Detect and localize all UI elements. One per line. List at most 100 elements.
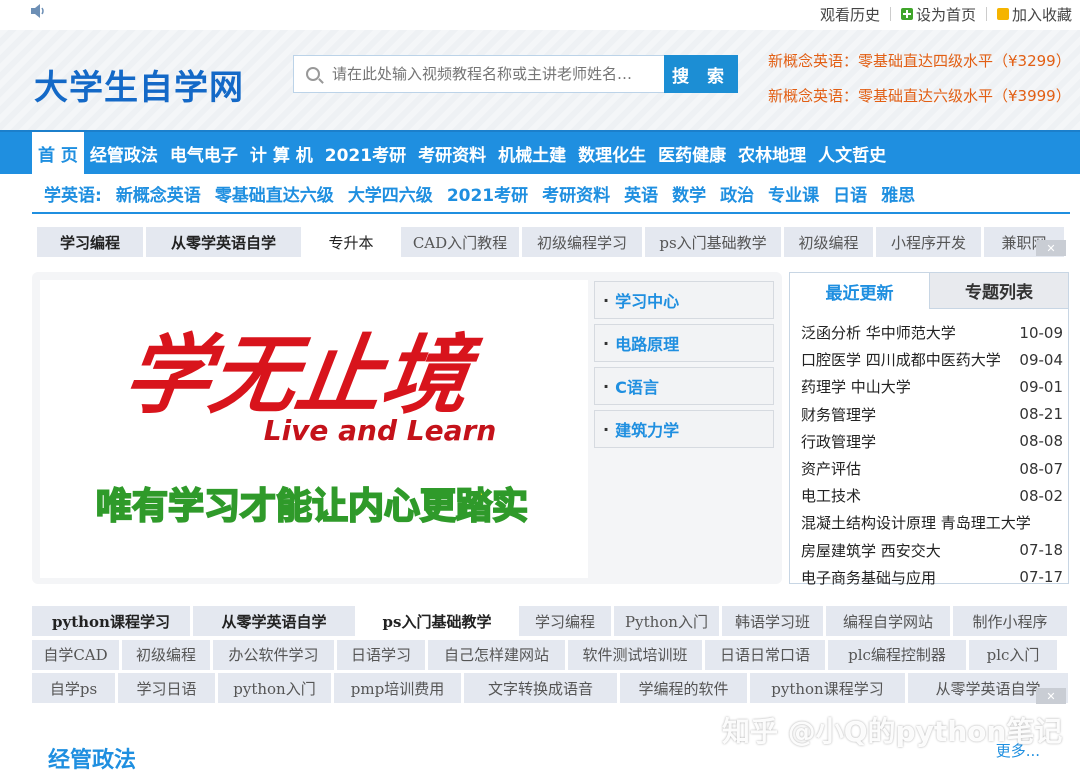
tag-link[interactable]: 编程自学网站 [826,606,950,636]
item-date: 08-21 [1019,405,1063,424]
add-favorite-label: 加入收藏 [1011,5,1072,24]
nav-item[interactable]: 数理化生 [572,132,652,174]
nav-home[interactable]: 首 页 [32,132,84,174]
sub-nav-item[interactable]: 雅思 [874,181,922,206]
list-item[interactable]: 口腔医学 四川成都中医药大学 09-04 [801,346,1063,373]
list-item[interactable]: 资产评估 08-07 [801,455,1063,482]
sub-nav-item[interactable]: 新概念英语 [109,181,208,206]
nav-item[interactable]: 电气电子 [164,132,244,174]
site-logo[interactable]: 大学生自学网 [34,60,244,109]
side-menu-item[interactable]: · C语言 [594,367,774,405]
tag-link[interactable]: 从零学英语自学 [193,606,355,636]
tag-link[interactable]: ps入门基础教学 [645,227,781,257]
tag-link[interactable]: 从零学英语自学 [146,227,301,257]
tag-link[interactable]: 软件测试培训班 [568,639,702,670]
side-menu-item[interactable]: · 电路原理 [594,324,774,362]
tag-link[interactable]: CAD入门教程 [401,227,519,257]
tag-link[interactable]: 专升本 [304,227,398,257]
list-item[interactable]: 电子商务基础与应用 07-17 [801,564,1063,591]
item-date: 08-08 [1019,432,1063,451]
side-menu-label: 电路原理 [615,335,680,354]
watermark-text: 知乎 @小Q的python笔记 [722,715,1063,748]
divider [985,7,987,21]
plus-icon [900,8,913,20]
sub-nav-item[interactable]: 英语 [617,181,665,206]
nav-item[interactable]: 经管政法 [84,132,164,174]
tag-link[interactable]: ps入门基础教学 [358,606,516,636]
list-item[interactable]: 房屋建筑学 西安交大 07-18 [801,537,1063,564]
tag-link[interactable]: 自学ps [32,673,115,703]
speaker-icon[interactable] [30,4,46,18]
sub-nav-item[interactable]: 政治 [713,181,761,206]
list-item[interactable]: 财务管理学 08-21 [801,401,1063,428]
list-item[interactable]: 电工技术 08-02 [801,482,1063,509]
tag-link[interactable]: 文字转换成语音 [464,673,617,703]
tag-link[interactable]: python入门 [218,673,331,703]
sub-nav-item[interactable]: 专业课 [761,181,826,206]
list-item[interactable]: 药理学 中山大学 09-01 [801,373,1063,400]
nav-item[interactable]: 医药健康 [652,132,732,174]
promo-link-cet6[interactable]: 新概念英语：零基础直达六级水平（¥3999） [768,85,1071,106]
tag-link[interactable]: 自己怎样建网站 [428,639,565,670]
nav-item[interactable]: 2021考研 [319,132,412,174]
item-date: 08-07 [1019,459,1063,478]
item-date: 08-02 [1019,486,1063,505]
tag-link[interactable]: 办公软件学习 [213,639,334,670]
tag-link[interactable]: python课程学习 [32,606,190,636]
banner-image[interactable]: 学无止境 Live and Learn 唯有学习才能让内心更踏实 [40,280,588,578]
updates-list: 泛函分析 华中师范大学 10-09 口腔医学 四川成都中医药大学 09-04 药理学… [801,319,1063,591]
tag-link[interactable]: 初级编程学习 [522,227,642,257]
sub-nav-item[interactable]: 日语 [826,181,874,206]
promo-link-cet4[interactable]: 新概念英语：零基础直达四级水平（¥3299） [768,50,1071,71]
tag-row: 自学ps 学习日语 python入门 pmp培训费用 文字转换成语音 学编程的软… [32,673,1070,703]
tag-link[interactable]: 初级编程 [122,639,210,670]
tag-link[interactable]: 学习日语 [118,673,215,703]
tag-link[interactable]: 韩语学习班 [722,606,823,636]
sub-nav-item[interactable]: 2021考研 [440,181,535,206]
history-link[interactable]: 观看历史 [820,4,880,25]
tag-link[interactable]: python课程学习 [750,673,905,703]
tag-link[interactable]: 学习编程 [519,606,611,636]
nav-item[interactable]: 机械土建 [492,132,572,174]
search-input[interactable] [332,65,652,83]
nav-item[interactable]: 考研资料 [412,132,492,174]
ad-close-icon[interactable]: ✕ [1036,240,1066,256]
nav-item[interactable]: 农林地理 [732,132,812,174]
tab-recent-updates[interactable]: 最近更新 [790,273,929,309]
tag-link[interactable]: 学编程的软件 [620,673,747,703]
side-menu-item[interactable]: · 建筑力学 [594,410,774,448]
tag-link[interactable]: 初级编程 [784,227,873,257]
ad-close-icon[interactable]: ✕ [1036,688,1066,704]
tag-link[interactable]: 小程序开发 [876,227,981,257]
tag-link[interactable]: plc编程控制器 [828,639,966,670]
side-menu-item[interactable]: · 学习中心 [594,281,774,319]
tag-link[interactable]: 制作小程序 [953,606,1067,636]
tag-link[interactable]: plc入门 [969,639,1057,670]
sub-nav-item[interactable]: 数学 [665,181,713,206]
tag-link[interactable]: 日语日常口语 [705,639,825,670]
sub-nav-item[interactable]: 考研资料 [535,181,617,206]
item-date: 09-04 [1019,350,1063,369]
nav-item[interactable]: 人文哲史 [812,132,892,174]
tag-link[interactable]: 日语学习 [337,639,425,670]
list-item[interactable]: 混凝土结构设计原理 青岛理工大学 [801,509,1063,536]
tag-link[interactable]: 自学CAD [32,639,119,670]
sub-nav-item[interactable]: 大学四六级 [341,181,440,206]
list-item[interactable]: 行政管理学 08-08 [801,428,1063,455]
main-nav: 首 页 经管政法 电气电子 计 算 机 2021考研 考研资料 机械土建 数理化… [0,130,1080,174]
add-favorite-link[interactable]: 加入收藏 [996,4,1072,25]
list-item[interactable]: 泛函分析 华中师范大学 10-09 [801,319,1063,346]
item-title: 财务管理学 [801,405,877,424]
set-homepage-link[interactable]: 设为首页 [900,4,976,25]
item-title: 房屋建筑学 西安交大 [801,541,941,560]
banner-motto: 唯有学习才能让内心更踏实 [96,485,528,527]
tag-link[interactable]: pmp培训费用 [334,673,461,703]
banner-headline: 学无止境 [118,326,486,426]
tab-topic-list[interactable]: 专题列表 [929,273,1068,309]
tag-link[interactable]: Python入门 [614,606,719,636]
sub-nav-item[interactable]: 零基础直达六级 [208,181,341,206]
nav-item[interactable]: 计 算 机 [244,132,319,174]
item-title: 电子商务基础与应用 [801,568,937,587]
search-button[interactable]: 搜 索 [664,55,738,93]
tag-link[interactable]: 学习编程 [37,227,143,257]
